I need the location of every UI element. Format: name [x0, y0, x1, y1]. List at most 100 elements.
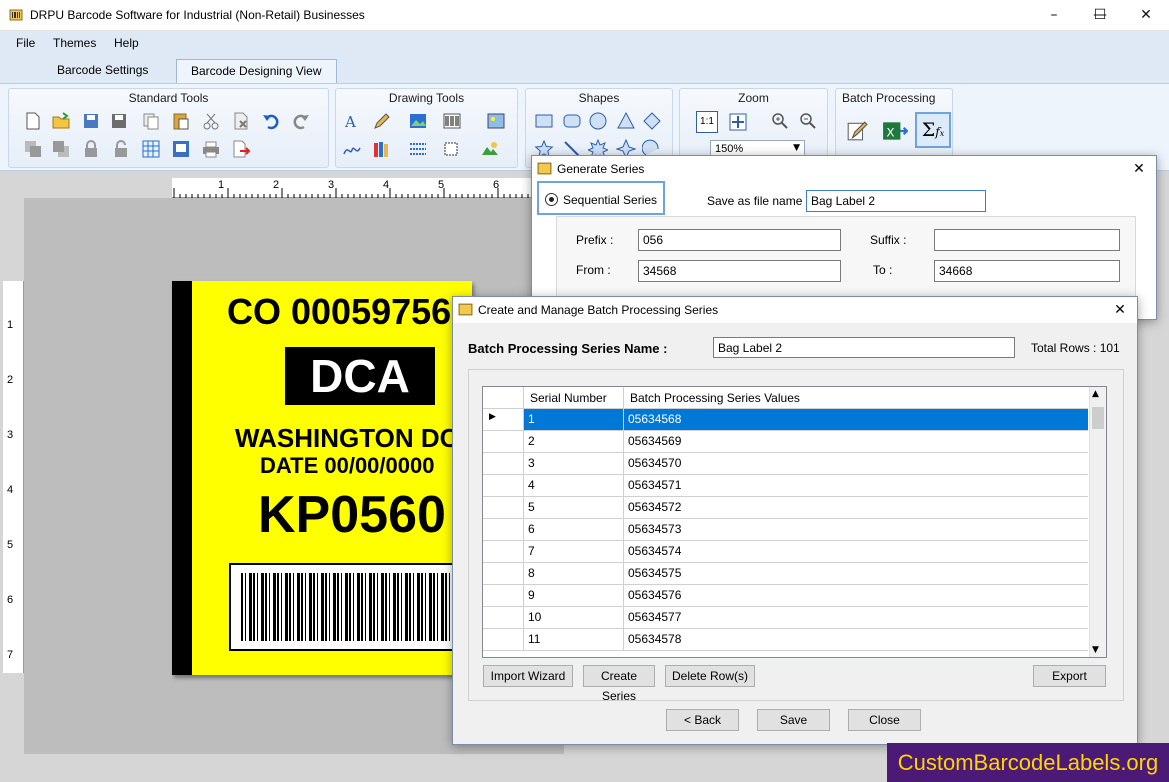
table-row[interactable]: 2 05634569 [483, 431, 1088, 453]
serial-number-cell[interactable]: 9 [524, 585, 624, 606]
scroll-thumb[interactable] [1092, 407, 1104, 429]
serial-number-cell[interactable]: 2 [524, 431, 624, 452]
shape-dropdown-icon[interactable] [442, 139, 462, 159]
to-field[interactable]: 34668 [934, 260, 1120, 282]
rectangle-icon[interactable] [534, 111, 554, 131]
open-folder-icon[interactable] [51, 111, 71, 131]
paste-icon[interactable] [171, 111, 191, 131]
tab-barcode-designing-view[interactable]: Barcode Designing View [176, 59, 337, 83]
series-value-cell[interactable]: 05634578 [624, 629, 1088, 650]
minimize-button[interactable]: – [1031, 0, 1077, 31]
edit-batch-icon[interactable] [846, 120, 868, 142]
back-button[interactable]: < Back [666, 709, 739, 731]
row-selector[interactable] [483, 453, 524, 474]
zoom-out-icon[interactable] [798, 111, 818, 131]
signature-icon[interactable] [342, 139, 362, 159]
serial-number-cell[interactable]: 1 [524, 409, 624, 430]
label-order-number[interactable]: CO 00059756 [227, 291, 451, 333]
cut-icon[interactable] [201, 111, 221, 131]
series-value-cell[interactable]: 05634571 [624, 475, 1088, 496]
series-value-cell[interactable]: 05634577 [624, 607, 1088, 628]
prefix-field[interactable]: 056 [638, 229, 841, 251]
fit-to-window-icon[interactable] [728, 112, 748, 132]
series-value-cell[interactable]: 05634575 [624, 563, 1088, 584]
serial-number-cell[interactable]: 10 [524, 607, 624, 628]
triangle-icon[interactable] [616, 111, 636, 131]
menu-file[interactable]: File [16, 36, 35, 50]
series-formula-icon[interactable]: Σfx [915, 112, 951, 148]
export-icon[interactable] [231, 139, 251, 159]
undo-icon[interactable] [261, 111, 281, 131]
generate-series-close-icon[interactable]: ✕ [1128, 158, 1150, 180]
ellipse-icon[interactable] [588, 111, 608, 131]
series-name-field[interactable]: Bag Label 2 [713, 337, 1015, 358]
create-series-button[interactable]: Create Series [583, 665, 655, 703]
serial-number-cell[interactable]: 11 [524, 629, 624, 650]
text-tool-icon[interactable]: A [342, 111, 362, 131]
diamond-icon[interactable] [642, 111, 662, 131]
delete-icon[interactable] [231, 111, 251, 131]
row-selector[interactable] [483, 629, 524, 650]
serial-number-cell[interactable]: 3 [524, 453, 624, 474]
table-row[interactable]: 7 05634574 [483, 541, 1088, 563]
row-selector[interactable] [483, 607, 524, 628]
menu-help[interactable]: Help [114, 36, 139, 50]
maximize-button[interactable]: ☐ [1077, 0, 1123, 31]
row-selector[interactable] [483, 585, 524, 606]
batch-series-grid[interactable]: Serial Number Batch Processing Series Va… [482, 386, 1107, 658]
barcode-label[interactable]: CO 00059756 DCA WASHINGTON DC DATE 00/00… [172, 281, 491, 675]
sequential-series-radio[interactable] [545, 193, 558, 206]
table-row[interactable]: 8 05634575 [483, 563, 1088, 585]
close-button[interactable]: Close [848, 709, 921, 731]
table-row[interactable]: 11 05634578 [483, 629, 1088, 651]
label-date[interactable]: DATE 00/00/0000 [260, 453, 434, 479]
grid-scrollbar[interactable]: ▲ ▼ [1089, 387, 1106, 657]
image-library-icon[interactable] [486, 111, 506, 131]
table-row[interactable]: 4 05634571 [483, 475, 1088, 497]
table-row[interactable]: ▶ 1 05634568 [483, 409, 1088, 431]
save-as-field[interactable]: Bag Label 2 [806, 190, 986, 212]
copy-icon[interactable] [141, 111, 161, 131]
row-selector[interactable] [483, 475, 524, 496]
batch-series-close-icon[interactable]: ✕ [1109, 299, 1131, 321]
row-selector[interactable] [483, 541, 524, 562]
pencil-icon[interactable] [372, 111, 392, 131]
row-selector[interactable] [483, 497, 524, 518]
barcode-icon[interactable] [442, 111, 462, 131]
rounded-rectangle-icon[interactable] [562, 111, 582, 131]
picture-icon[interactable] [408, 111, 428, 131]
save-button[interactable]: Save [757, 709, 830, 731]
save-icon[interactable] [81, 111, 101, 131]
grid-icon[interactable] [141, 139, 161, 159]
unlock-icon[interactable] [111, 139, 131, 159]
series-value-cell[interactable]: 05634573 [624, 519, 1088, 540]
sequential-series-option[interactable]: Sequential Series [537, 181, 665, 215]
label-barcode[interactable] [229, 563, 491, 651]
close-window-button[interactable]: ✕ [1123, 0, 1169, 31]
row-selector[interactable] [483, 519, 524, 540]
row-selector[interactable] [483, 431, 524, 452]
row-selector[interactable] [483, 563, 524, 584]
row-selector[interactable]: ▶ [483, 409, 524, 430]
save-as-icon[interactable] [109, 111, 129, 131]
print-preview-icon[interactable] [171, 139, 191, 159]
series-value-cell[interactable]: 05634568 [624, 409, 1088, 430]
zoom-in-icon[interactable] [770, 111, 790, 131]
export-button[interactable]: Export [1033, 665, 1106, 687]
table-row[interactable]: 5 05634572 [483, 497, 1088, 519]
series-value-cell[interactable]: 05634574 [624, 541, 1088, 562]
send-back-icon[interactable] [51, 139, 71, 159]
excel-import-icon[interactable]: X [882, 120, 908, 142]
menu-themes[interactable]: Themes [53, 36, 96, 50]
scroll-down-icon[interactable]: ▼ [1092, 645, 1099, 655]
serial-number-cell[interactable]: 6 [524, 519, 624, 540]
series-value-cell[interactable]: 05634572 [624, 497, 1088, 518]
table-row[interactable]: 6 05634573 [483, 519, 1088, 541]
new-file-icon[interactable] [23, 111, 43, 131]
actual-size-button[interactable]: 1:1 [696, 111, 718, 133]
serial-number-cell[interactable]: 8 [524, 563, 624, 584]
series-value-cell[interactable]: 05634576 [624, 585, 1088, 606]
import-wizard-button[interactable]: Import Wizard [483, 665, 573, 687]
redo-icon[interactable] [291, 111, 311, 131]
label-code[interactable]: KP0560 [258, 485, 446, 545]
